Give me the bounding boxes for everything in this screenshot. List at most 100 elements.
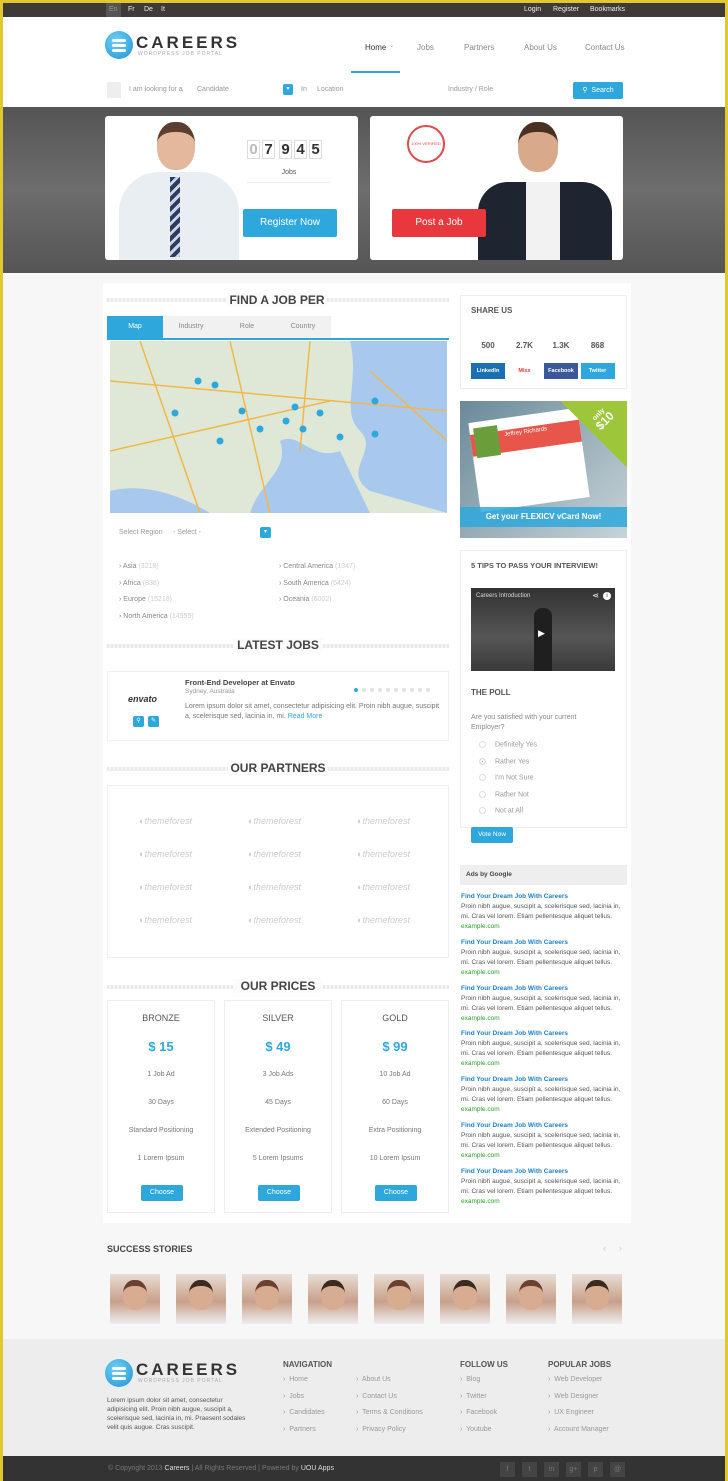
success-story-photo[interactable] [506, 1274, 556, 1324]
footer-link[interactable]: › Contact Us [356, 1393, 397, 1400]
vote-now-button[interactable]: Vote Now [471, 827, 513, 843]
region-link[interactable]: › Asia (3218) [119, 563, 159, 570]
region-select[interactable]: - Select - [173, 529, 258, 536]
promo-cta[interactable]: Get your FLEXICV vCard Now! [460, 507, 627, 527]
partner-logo[interactable]: ◐themeforest [139, 915, 192, 925]
partner-logo[interactable]: ◐themeforest [357, 816, 410, 826]
tab-role[interactable]: Role [219, 316, 275, 338]
footer-link[interactable]: › Blog [460, 1376, 480, 1383]
share-button-linkedin[interactable]: LinkedIn [471, 363, 505, 379]
link-job-icon[interactable]: ✎ [148, 716, 159, 727]
powered-by-link[interactable]: UOU Apps [301, 1465, 334, 1472]
pagination-dot[interactable] [354, 688, 358, 692]
partner-logo[interactable]: ◐themeforest [248, 882, 301, 892]
footer-link[interactable]: › Partners [283, 1426, 316, 1433]
footer-link[interactable]: › Terms & Conditions [356, 1409, 423, 1416]
choose-button[interactable]: Choose [375, 1185, 417, 1201]
poll-option[interactable]: Rather Yes [479, 757, 529, 765]
success-story-photo[interactable] [176, 1274, 226, 1324]
region-dropdown-icon[interactable]: ▾ [260, 527, 271, 538]
success-story-photo[interactable] [374, 1274, 424, 1324]
share-button-mixx[interactable]: Mixx [507, 363, 542, 379]
industry-input[interactable]: Industry / Role [448, 86, 563, 93]
ad-url[interactable]: example.com [461, 1105, 627, 1115]
share-icon[interactable]: ⋖ [592, 591, 599, 600]
location-input[interactable]: Location [317, 86, 437, 93]
region-link[interactable]: › Africa (838) [119, 580, 159, 587]
footer-link[interactable]: › Facebook [460, 1409, 497, 1416]
play-icon[interactable]: ▶ [538, 628, 545, 639]
region-link[interactable]: › Central America (1347) [279, 563, 355, 570]
tab-map[interactable]: Map [107, 316, 163, 338]
pagination-dot[interactable] [386, 688, 390, 692]
ad-link[interactable]: Find Your Dream Job With Careers [461, 984, 627, 994]
search-button[interactable]: ⚲ Search [573, 82, 623, 99]
lang-it[interactable]: It [161, 6, 165, 13]
radio-button[interactable] [479, 774, 486, 781]
read-more-link[interactable]: Read More [288, 713, 323, 720]
lang-de[interactable]: De [144, 6, 153, 13]
footer-link[interactable]: › Web Developer [548, 1376, 602, 1383]
share-button-twitter[interactable]: Twitter [580, 363, 615, 379]
ad-link[interactable]: Find Your Dream Job With Careers [461, 1167, 627, 1177]
radio-button[interactable] [479, 790, 486, 798]
ad-link[interactable]: Find Your Dream Job With Careers [461, 938, 627, 948]
copyright-brand[interactable]: Careers [165, 1465, 190, 1472]
success-story-photo[interactable] [110, 1274, 160, 1324]
footer-link[interactable]: › UX Engineer [548, 1409, 594, 1416]
poll-option[interactable]: Definitely Yes [479, 741, 537, 748]
register-link[interactable]: Register [553, 6, 579, 13]
type-dropdown-icon[interactable]: ▾ [283, 84, 293, 95]
partner-logo[interactable]: ◐themeforest [357, 915, 410, 925]
partner-logo[interactable]: ◐themeforest [139, 882, 192, 892]
ad-url[interactable]: example.com [461, 1059, 627, 1069]
flexicv-promo-banner[interactable]: Jeffrey Richards only $10 Get your FLEXIC… [460, 401, 627, 538]
view-job-icon[interactable]: ⚲ [133, 716, 144, 727]
region-link[interactable]: › North America (14955) [119, 613, 194, 620]
stories-next-icon[interactable]: › [619, 1243, 622, 1253]
radio-button[interactable] [479, 807, 486, 814]
ad-url[interactable]: example.com [461, 968, 627, 978]
nav-home[interactable]: Home [365, 43, 386, 52]
footer-link[interactable]: › Jobs [283, 1393, 304, 1400]
footer-link[interactable]: › Candidates [283, 1409, 325, 1416]
social-icon[interactable]: t [522, 1462, 537, 1477]
footer-link[interactable]: › Web Designer [548, 1393, 598, 1400]
ad-url[interactable]: example.com [461, 922, 627, 932]
pagination-dot[interactable] [426, 688, 430, 692]
poll-option[interactable]: Not at All [479, 807, 523, 814]
social-icon[interactable]: in [544, 1462, 559, 1477]
stories-prev-icon[interactable]: ‹ [603, 1243, 606, 1253]
success-story-photo[interactable] [308, 1274, 358, 1324]
info-icon[interactable]: i [603, 592, 611, 600]
register-now-button[interactable]: Register Now [243, 209, 337, 237]
pagination-dot[interactable] [402, 688, 406, 692]
footer-link[interactable]: › Twitter [460, 1393, 487, 1400]
menu-toggle[interactable] [107, 82, 121, 98]
partner-logo[interactable]: ◐themeforest [248, 915, 301, 925]
ad-url[interactable]: example.com [461, 1151, 627, 1161]
partner-logo[interactable]: ◐themeforest [357, 849, 410, 859]
success-story-photo[interactable] [440, 1274, 490, 1324]
region-link[interactable]: › Oceania (6002) [279, 596, 332, 603]
pagination-dot[interactable] [378, 688, 382, 692]
share-button-facebook[interactable]: Facebook [544, 363, 578, 379]
login-link[interactable]: Login [524, 6, 541, 13]
partner-logo[interactable]: ◐themeforest [248, 816, 301, 826]
pagination-dot[interactable] [362, 688, 366, 692]
partner-logo[interactable]: ◐themeforest [248, 849, 301, 859]
ad-url[interactable]: example.com [461, 1014, 627, 1024]
lang-fr[interactable]: Fr [128, 6, 135, 13]
ad-link[interactable]: Find Your Dream Job With Careers [461, 1029, 627, 1039]
footer-link[interactable]: › Youtube [460, 1426, 492, 1433]
ad-link[interactable]: Find Your Dream Job With Careers [461, 1121, 627, 1131]
nav-contact[interactable]: Contact Us [585, 43, 625, 52]
success-story-photo[interactable] [572, 1274, 622, 1324]
pagination-dot[interactable] [370, 688, 374, 692]
radio-button[interactable] [479, 741, 486, 748]
job-title[interactable]: Front-End Developer at Envato [185, 678, 295, 687]
nav-partners[interactable]: Partners [464, 43, 494, 52]
social-icon[interactable]: p [588, 1462, 603, 1477]
footer-link[interactable]: › Home [283, 1376, 308, 1383]
type-select[interactable]: Candidate [197, 86, 285, 93]
